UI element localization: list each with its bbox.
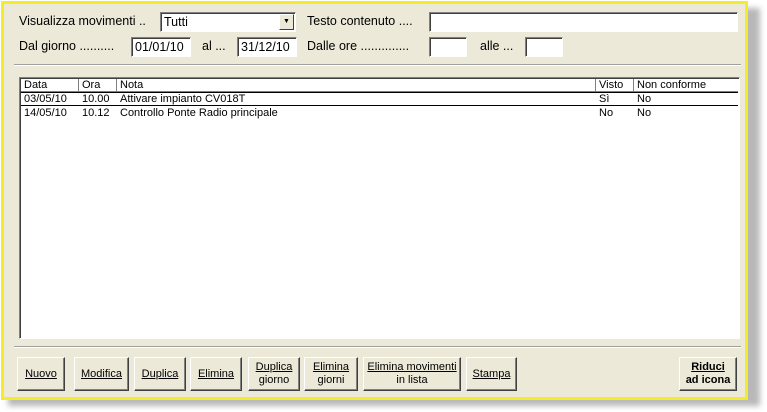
- cell-nota: Attivare impianto CV018T: [120, 93, 246, 105]
- buttons-separator: [14, 346, 741, 348]
- elimina-movimenti-label-2: in lista: [396, 374, 428, 386]
- cell-visto: No: [599, 107, 614, 119]
- column-header-ora[interactable]: Ora: [79, 79, 117, 92]
- table-row[interactable]: 03/05/10 10.00 Attivare impianto CV018T …: [21, 92, 738, 106]
- movimenti-value: Tutti: [164, 15, 188, 29]
- elimina-giorni-label-1: Elimina: [312, 361, 350, 373]
- riduci-label-2: ad icona: [685, 374, 731, 386]
- duplica-giorno-label-2: giorno: [258, 374, 290, 386]
- dal-giorno-label: Dal giorno ..........: [19, 39, 115, 53]
- column-header-data[interactable]: Data: [21, 79, 79, 92]
- elimina-giorni-button[interactable]: Elimina giorni: [304, 357, 358, 391]
- cell-ora: 10.12: [82, 107, 110, 119]
- duplica-giorno-button[interactable]: Duplica giorno: [248, 357, 300, 391]
- nuovo-button[interactable]: Nuovo: [17, 357, 65, 391]
- cell-visto: Sì: [599, 93, 610, 105]
- elimina-movimenti-label-1: Elimina movimenti: [367, 361, 457, 373]
- dalle-ore-input[interactable]: [429, 37, 467, 57]
- riduci-ad-icona-button[interactable]: Riduci ad icona: [679, 357, 737, 391]
- cell-data: 03/05/10: [24, 93, 67, 105]
- testo-label: Testo contenuto ....: [307, 14, 413, 28]
- modifica-button[interactable]: Modifica: [74, 357, 129, 391]
- column-header-nota[interactable]: Nota: [117, 79, 596, 92]
- nuovo-label: Nuovo: [25, 367, 57, 380]
- dalle-ore-label: Dalle ore ..............: [307, 39, 410, 53]
- cell-non-conforme: No: [637, 93, 652, 105]
- elimina-button[interactable]: Elimina: [190, 357, 242, 391]
- al-label: al ...: [202, 39, 226, 53]
- elimina-movimenti-button[interactable]: Elimina movimenti in lista: [363, 357, 461, 391]
- duplica-button[interactable]: Duplica: [134, 357, 186, 391]
- testo-input[interactable]: [429, 12, 738, 32]
- elimina-label: Elimina: [197, 367, 235, 380]
- stampa-button[interactable]: Stampa: [466, 357, 517, 391]
- column-header-non-conforme[interactable]: Non conforme: [634, 79, 738, 92]
- riduci-label-1: Riduci: [691, 361, 725, 373]
- alle-label: alle ...: [480, 39, 514, 53]
- table-row[interactable]: 14/05/10 10.12 Controllo Ponte Radio pri…: [21, 107, 738, 121]
- modifica-label: Modifica: [81, 367, 122, 380]
- cell-non-conforme: No: [637, 107, 652, 119]
- column-header-visto[interactable]: Visto: [596, 79, 634, 92]
- cell-data: 14/05/10: [24, 107, 67, 119]
- movimenti-combobox[interactable]: Tutti ▼: [160, 12, 296, 32]
- movimenti-window: Visualizza movimenti .. Tutti ▼ Testo co…: [1, 1, 748, 400]
- cell-ora: 10.00: [82, 93, 110, 105]
- duplica-giorno-label-1: Duplica: [255, 361, 293, 373]
- chevron-down-icon[interactable]: ▼: [279, 14, 294, 30]
- elimina-giorni-label-2: giorni: [317, 374, 345, 386]
- duplica-label: Duplica: [141, 367, 179, 380]
- movimenti-list[interactable]: Data Ora Nota Visto Non conforme 03/05/1…: [19, 77, 740, 339]
- stampa-label: Stampa: [472, 367, 511, 380]
- cell-nota: Controllo Ponte Radio principale: [120, 107, 278, 119]
- dal-giorno-input[interactable]: 01/01/10: [131, 37, 191, 57]
- movimenti-label: Visualizza movimenti ..: [19, 14, 146, 28]
- alle-input[interactable]: [525, 37, 563, 57]
- filter-separator: [14, 64, 741, 66]
- al-input[interactable]: 31/12/10: [237, 37, 297, 57]
